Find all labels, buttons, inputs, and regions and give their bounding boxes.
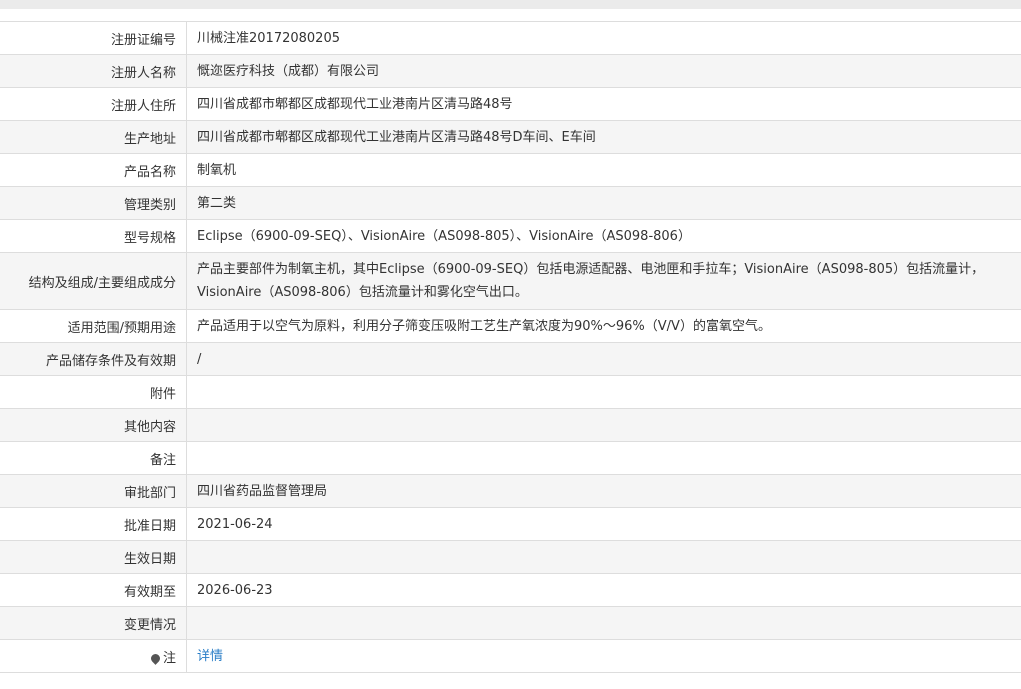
table-row: 产品名称 制氧机 (0, 153, 1021, 187)
note-row: 注 详情 (0, 639, 1021, 673)
details-link[interactable]: 详情 (197, 649, 223, 664)
field-value (186, 375, 1021, 409)
field-value (186, 441, 1021, 475)
note-label-cell: 注 (0, 639, 187, 673)
pin-icon (149, 651, 162, 665)
field-label: 注册人名称 (0, 54, 187, 88)
note-value: 详情 (186, 639, 1021, 673)
field-value: 第二类 (186, 186, 1021, 220)
field-value: 川械注准20172080205 (186, 21, 1021, 55)
registration-detail-table: 注册证编号 川械注准20172080205 注册人名称 慨迩医疗科技（成都）有限… (0, 21, 1021, 673)
field-label: 管理类别 (0, 186, 187, 220)
table-row: 生产地址 四川省成都市郫都区成都现代工业港南片区清马路48号D车间、E车间 (0, 120, 1021, 154)
table-row: 结构及组成/主要组成成分 产品主要部件为制氧主机，其中Eclipse（6900-… (0, 252, 1021, 310)
table-row: 注册人住所 四川省成都市郫都区成都现代工业港南片区清马路48号 (0, 87, 1021, 121)
field-label: 审批部门 (0, 474, 187, 508)
field-label: 产品名称 (0, 153, 187, 187)
table-row: 备注 (0, 441, 1021, 475)
note-label: 注 (162, 650, 176, 666)
table-row: 批准日期 2021-06-24 (0, 507, 1021, 541)
field-label: 适用范围/预期用途 (0, 309, 187, 343)
field-label: 产品储存条件及有效期 (0, 342, 187, 376)
field-value (186, 606, 1021, 640)
table-row: 适用范围/预期用途 产品适用于以空气为原料，利用分子筛变压吸附工艺生产氧浓度为9… (0, 309, 1021, 343)
field-value: 2026-06-23 (186, 573, 1021, 607)
field-value: 2021-06-24 (186, 507, 1021, 541)
table-row: 附件 (0, 375, 1021, 409)
table-row: 有效期至 2026-06-23 (0, 573, 1021, 607)
field-label: 备注 (0, 441, 187, 475)
table-row: 变更情况 (0, 606, 1021, 640)
top-bar (0, 0, 1021, 9)
field-value: / (186, 342, 1021, 376)
field-value: Eclipse（6900-09-SEQ）、VisionAire（AS098-80… (186, 219, 1021, 253)
field-label: 附件 (0, 375, 187, 409)
field-value: 制氧机 (186, 153, 1021, 187)
field-value: 产品主要部件为制氧主机，其中Eclipse（6900-09-SEQ）包括电源适配… (186, 252, 1021, 310)
table-row: 生效日期 (0, 540, 1021, 574)
table-row: 审批部门 四川省药品监督管理局 (0, 474, 1021, 508)
field-label: 变更情况 (0, 606, 187, 640)
table-row: 注册人名称 慨迩医疗科技（成都）有限公司 (0, 54, 1021, 88)
field-label: 型号规格 (0, 219, 187, 253)
field-value: 四川省药品监督管理局 (186, 474, 1021, 508)
field-value (186, 540, 1021, 574)
table-row: 其他内容 (0, 408, 1021, 442)
table-row: 型号规格 Eclipse（6900-09-SEQ）、VisionAire（AS0… (0, 219, 1021, 253)
field-value: 慨迩医疗科技（成都）有限公司 (186, 54, 1021, 88)
table-row: 注册证编号 川械注准20172080205 (0, 21, 1021, 55)
table-row: 管理类别 第二类 (0, 186, 1021, 220)
field-value: 产品适用于以空气为原料，利用分子筛变压吸附工艺生产氧浓度为90%～96%（V/V… (186, 309, 1021, 343)
field-label: 有效期至 (0, 573, 187, 607)
field-label: 生产地址 (0, 120, 187, 154)
field-value: 四川省成都市郫都区成都现代工业港南片区清马路48号D车间、E车间 (186, 120, 1021, 154)
field-label: 生效日期 (0, 540, 187, 574)
field-label: 批准日期 (0, 507, 187, 541)
field-label: 注册证编号 (0, 21, 187, 55)
table-row: 产品储存条件及有效期 / (0, 342, 1021, 376)
field-label: 其他内容 (0, 408, 187, 442)
field-value (186, 408, 1021, 442)
field-label: 结构及组成/主要组成成分 (0, 252, 187, 310)
field-label: 注册人住所 (0, 87, 187, 121)
field-value: 四川省成都市郫都区成都现代工业港南片区清马路48号 (186, 87, 1021, 121)
